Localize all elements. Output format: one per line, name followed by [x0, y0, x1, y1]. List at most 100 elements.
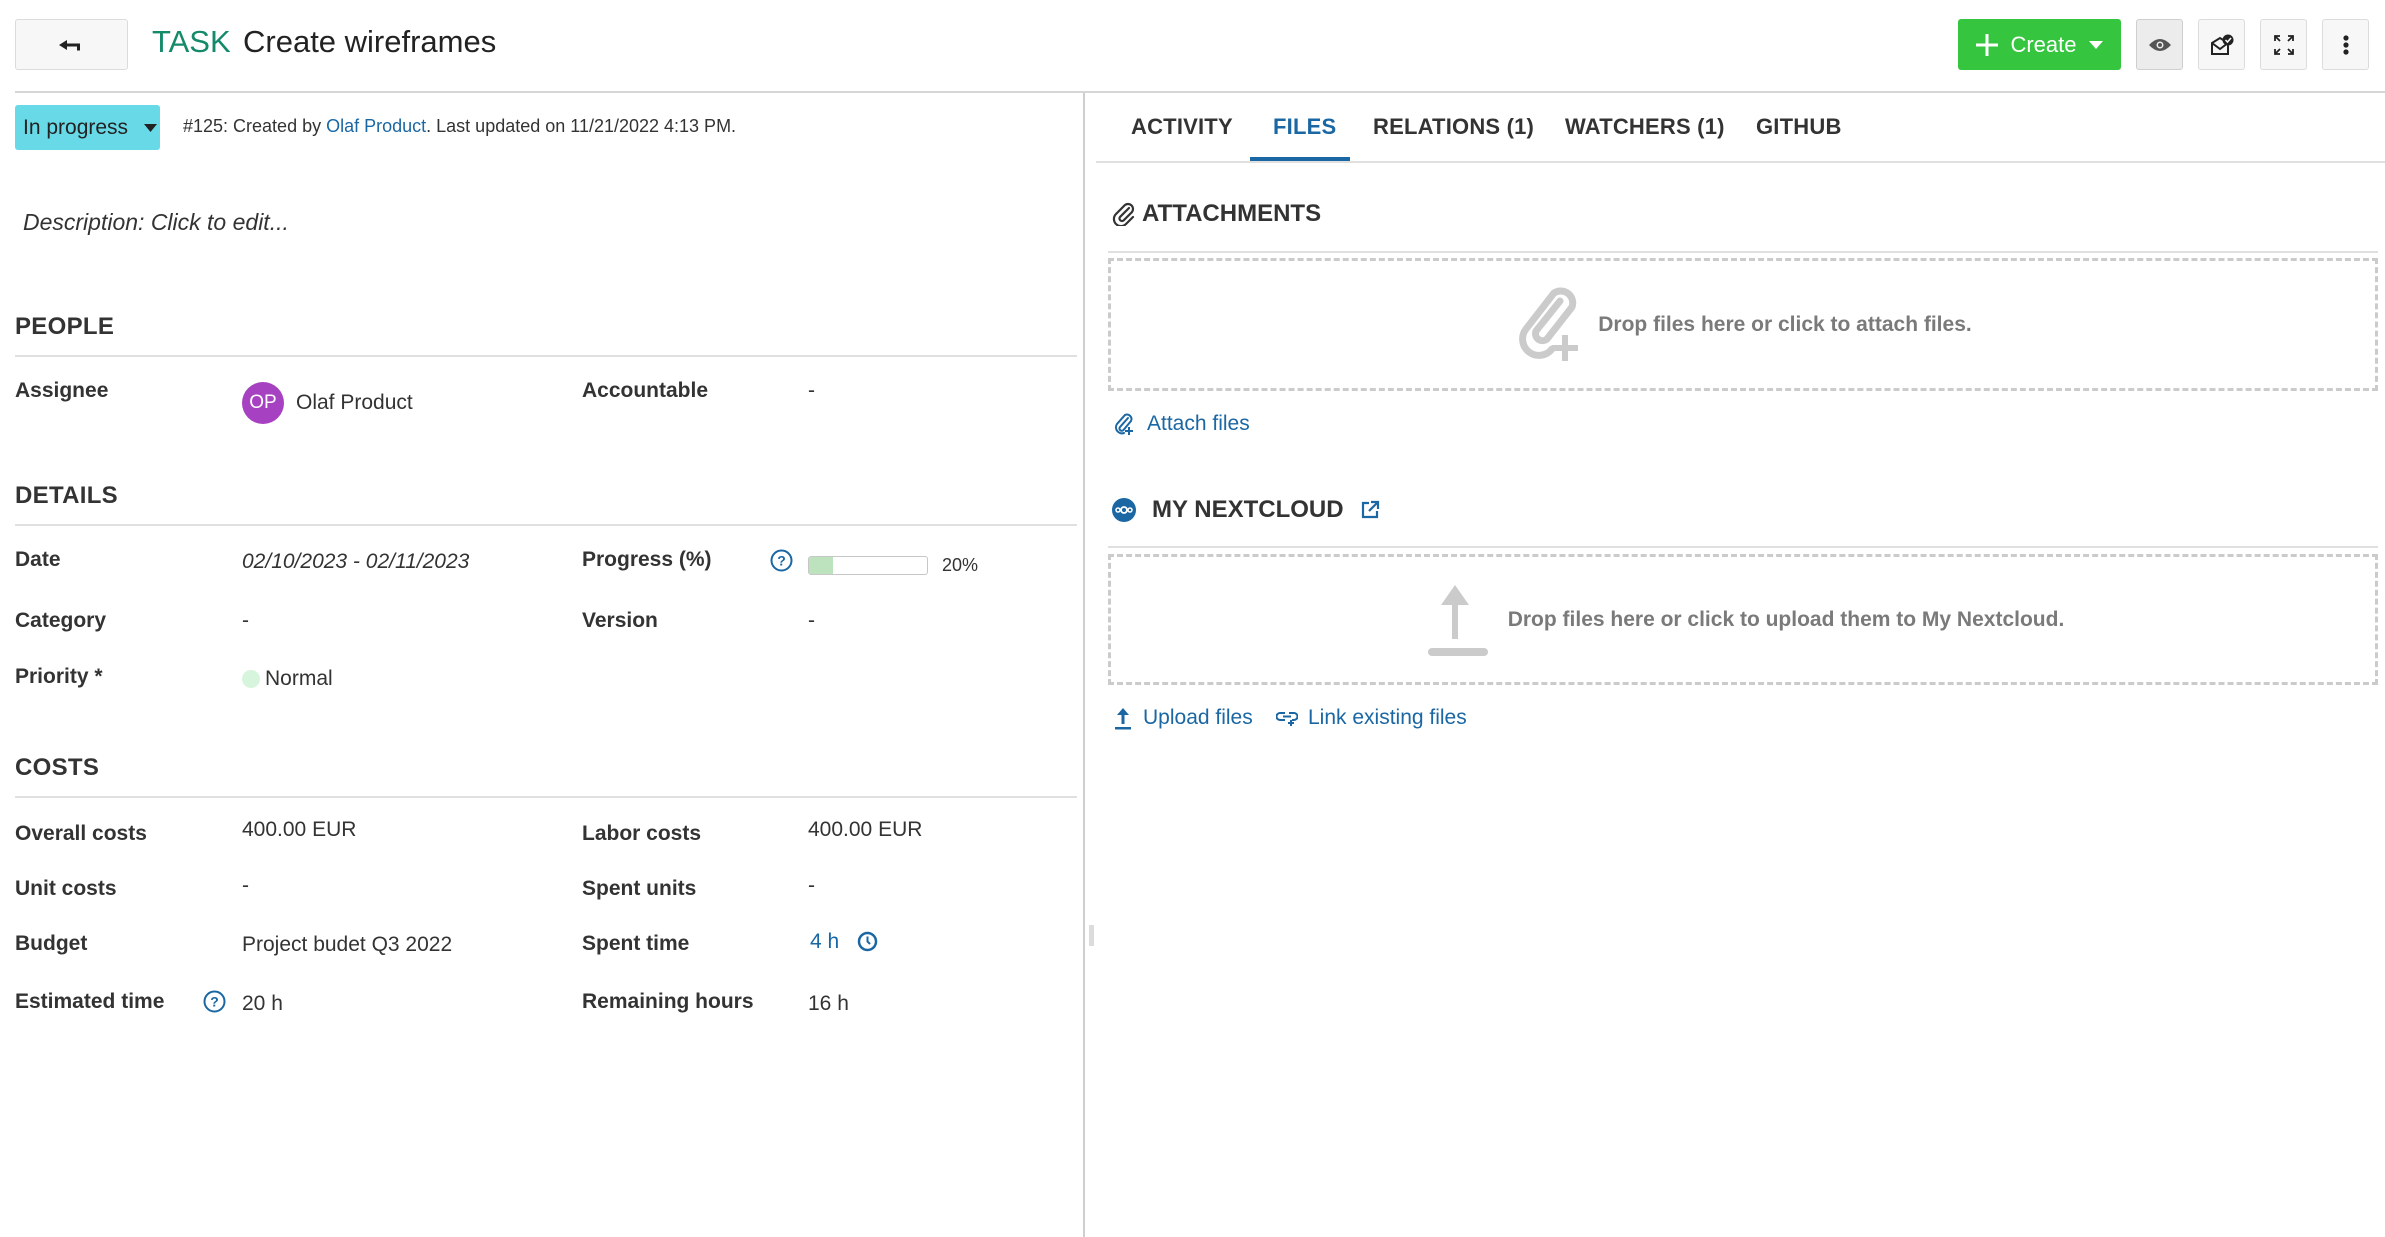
description-field[interactable]: Description: Click to edit... — [23, 209, 289, 236]
costs-divider — [15, 796, 1077, 798]
upload-arrow-icon — [1427, 584, 1488, 656]
create-button[interactable]: Create — [1958, 19, 2121, 70]
work-package-meta: #125: Created by Olaf Product. Last upda… — [183, 116, 736, 137]
priority-label: Priority * — [15, 665, 103, 688]
unit-costs-label: Unit costs — [15, 877, 117, 900]
unit-costs-value: - — [242, 874, 249, 897]
link-existing-files-link[interactable]: Link existing files — [1276, 706, 1467, 730]
panel-divider — [1083, 93, 1085, 1237]
tab-activity[interactable]: ACTIVITY — [1131, 114, 1233, 140]
spent-time-label: Spent time — [582, 932, 690, 955]
spent-units-value: - — [808, 874, 815, 897]
tab-github[interactable]: GITHUB — [1756, 114, 1842, 140]
mail-check-icon — [2210, 34, 2233, 55]
estimated-time-value[interactable]: 20 h — [242, 992, 283, 1016]
details-divider — [15, 524, 1077, 526]
progress-fill — [809, 557, 833, 574]
estimated-time-label: Estimated time — [15, 990, 165, 1013]
overall-costs-label: Overall costs — [15, 822, 147, 845]
link-icon — [1276, 712, 1298, 726]
nextcloud-drop-text: Drop files here or click to upload them … — [1507, 607, 2065, 631]
caret-down-icon — [2088, 40, 2103, 49]
upload-icon — [1115, 708, 1131, 730]
expand-icon — [2273, 34, 2294, 55]
nextcloud-dropzone[interactable]: Drop files here or click to upload them … — [1108, 554, 2378, 685]
labor-costs-value: 400.00 EUR — [808, 818, 923, 841]
attachments-divider — [1108, 251, 2378, 253]
people-divider — [15, 355, 1077, 357]
attachments-title: ATTACHMENTS — [1142, 200, 1322, 227]
eye-icon — [2148, 38, 2171, 51]
create-button-label: Create — [2010, 31, 2077, 57]
people-section-title: PEOPLE — [15, 313, 115, 340]
spent-units-label: Spent units — [582, 877, 697, 900]
nextcloud-divider — [1108, 546, 2378, 548]
paperclip-plus-icon — [1114, 413, 1133, 435]
avatar: OP — [242, 382, 284, 424]
attachments-drop-text: Drop files here or click to attach files… — [1598, 312, 1972, 336]
nextcloud-header: MY NEXTCLOUD — [1112, 496, 1380, 524]
progress-label: Progress (%) — [582, 548, 712, 571]
nextcloud-title: MY NEXTCLOUD — [1152, 496, 1344, 523]
version-label: Version — [582, 609, 658, 632]
date-label: Date — [15, 548, 61, 571]
upload-files-label: Upload files — [1143, 706, 1253, 729]
category-value[interactable]: - — [242, 609, 249, 633]
notifications-button[interactable] — [2198, 19, 2245, 70]
external-link-icon[interactable] — [1360, 500, 1380, 520]
link-existing-files-label: Link existing files — [1308, 706, 1467, 729]
details-section-title: DETAILS — [15, 482, 118, 509]
nextcloud-icon — [1112, 498, 1136, 522]
assignee-label: Assignee — [15, 379, 109, 402]
costs-section-title: COSTS — [15, 754, 100, 781]
paperclip-icon — [1112, 202, 1135, 226]
help-circle-icon[interactable]: ? — [770, 549, 793, 572]
clock-icon[interactable] — [857, 931, 878, 952]
upload-files-link[interactable]: Upload files — [1113, 706, 1253, 730]
priority-field[interactable]: Normal — [242, 667, 333, 691]
category-label: Category — [15, 609, 107, 632]
spent-time-value[interactable]: 4 h — [810, 930, 839, 954]
meta-suffix: . Last updated on 11/21/2022 4:13 PM. — [426, 116, 737, 136]
status-dropdown[interactable]: In progress — [15, 105, 160, 150]
progress-bar[interactable] — [808, 556, 928, 575]
budget-value[interactable]: Project budet Q3 2022 — [242, 933, 452, 957]
tab-relations[interactable]: RELATIONS (1) — [1373, 114, 1534, 140]
accountable-label: Accountable — [582, 379, 709, 402]
meta-prefix: #125: Created by — [183, 116, 327, 136]
paperclip-plus-icon — [1519, 287, 1579, 361]
remaining-hours-value[interactable]: 16 h — [808, 992, 849, 1016]
fullscreen-button[interactable] — [2260, 19, 2307, 70]
tab-files[interactable]: FILES — [1273, 114, 1336, 140]
caret-down-icon — [144, 123, 158, 132]
assignee-field[interactable]: OP Olaf Product — [242, 382, 413, 424]
help-circle-icon[interactable]: ? — [203, 990, 226, 1013]
back-button[interactable] — [15, 19, 128, 70]
author-link[interactable]: Olaf Product — [326, 116, 426, 136]
remaining-hours-label: Remaining hours — [582, 990, 754, 1013]
page-title[interactable]: Create wireframes — [243, 24, 496, 60]
overall-costs-value: 400.00 EUR — [242, 818, 357, 841]
assignee-name: Olaf Product — [296, 391, 413, 414]
watch-button[interactable] — [2136, 19, 2183, 70]
back-arrow-icon — [58, 39, 80, 50]
priority-color-dot — [242, 670, 260, 688]
attachments-header: ATTACHMENTS — [1112, 200, 1321, 228]
kebab-menu-icon — [2342, 34, 2349, 55]
labor-costs-label: Labor costs — [582, 822, 702, 845]
more-button[interactable] — [2322, 19, 2369, 70]
work-package-type: TASK — [152, 24, 231, 59]
resize-handle[interactable] — [1089, 925, 1094, 946]
date-value[interactable]: 02/10/2023 - 02/11/2023 — [242, 550, 469, 574]
priority-value: Normal — [265, 667, 333, 690]
tabs-divider — [1096, 161, 2385, 163]
svg-text:?: ? — [210, 994, 219, 1010]
attachments-dropzone[interactable]: Drop files here or click to attach files… — [1108, 258, 2378, 391]
accountable-value[interactable]: - — [808, 379, 815, 403]
status-label: In progress — [23, 115, 129, 139]
svg-text:?: ? — [777, 553, 786, 569]
attach-files-link[interactable]: Attach files — [1113, 412, 1250, 436]
header-divider — [15, 91, 2385, 93]
tab-watchers[interactable]: WATCHERS (1) — [1565, 114, 1725, 140]
version-value[interactable]: - — [808, 609, 815, 633]
